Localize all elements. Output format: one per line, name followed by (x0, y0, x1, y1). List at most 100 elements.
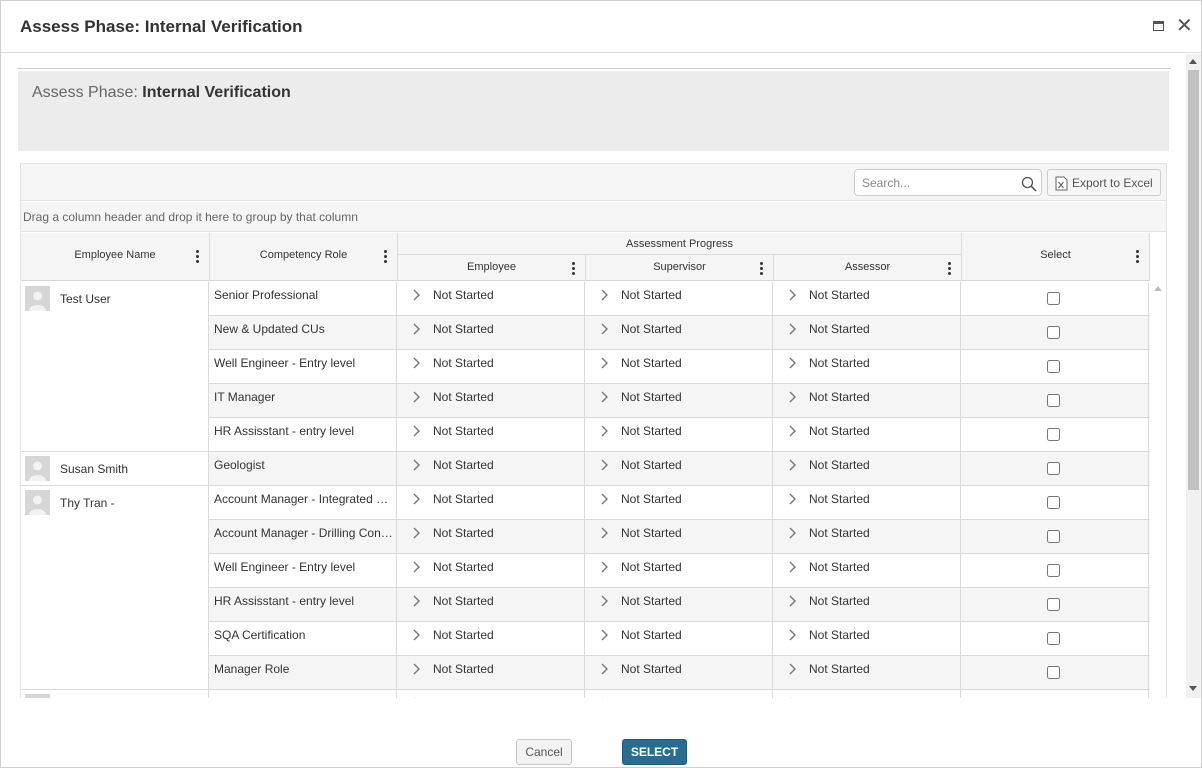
assessor-status-cell[interactable]: Not Started (773, 282, 961, 316)
assessor-status-cell[interactable]: Not Started (773, 486, 961, 520)
supervisor-status-cell[interactable]: Not Started (585, 316, 773, 350)
row-select-checkbox[interactable] (1047, 530, 1060, 543)
chevron-right-icon[interactable] (600, 697, 610, 698)
row-select-checkbox[interactable] (1047, 428, 1060, 441)
chevron-right-icon[interactable] (412, 629, 422, 641)
row-select-checkbox[interactable] (1047, 632, 1060, 645)
table-row[interactable]: Facilities Engineer Not Started Not Starte… (209, 690, 1150, 698)
table-row[interactable]: HR Assisstant - entry level Not Started No… (209, 588, 1150, 622)
row-select-checkbox[interactable] (1047, 394, 1060, 407)
column-menu-icon[interactable] (1136, 250, 1140, 264)
chevron-right-icon[interactable] (788, 425, 798, 437)
chevron-right-icon[interactable] (412, 323, 422, 335)
column-menu-icon[interactable] (196, 250, 200, 264)
table-row[interactable]: IT Manager Not Started Not Started Not Star… (209, 384, 1150, 418)
employee-status-cell[interactable]: Not Started (397, 282, 585, 316)
employee-status-cell[interactable]: Not Started (397, 316, 585, 350)
select-button[interactable]: SELECT (622, 739, 687, 765)
chevron-right-icon[interactable] (788, 493, 798, 505)
employee-status-cell[interactable]: Not Started (397, 690, 585, 698)
column-header-select[interactable]: Select (962, 233, 1150, 281)
chevron-right-icon[interactable] (412, 561, 422, 573)
export-to-excel-button[interactable]: Export to Excel (1047, 169, 1161, 196)
chevron-right-icon[interactable] (600, 425, 610, 437)
chevron-right-icon[interactable] (412, 527, 422, 539)
row-select-checkbox[interactable] (1047, 326, 1060, 339)
chevron-right-icon[interactable] (600, 323, 610, 335)
employee-status-cell[interactable]: Not Started (397, 656, 585, 690)
column-menu-icon[interactable] (948, 262, 952, 276)
chevron-right-icon[interactable] (412, 391, 422, 403)
table-row[interactable]: Geologist Not Started Not Started Not Start… (209, 452, 1150, 486)
supervisor-status-cell[interactable]: Not Started (585, 282, 773, 316)
row-select-checkbox[interactable] (1047, 666, 1060, 679)
assessor-status-cell[interactable]: Not Started (773, 452, 961, 486)
chevron-right-icon[interactable] (788, 289, 798, 301)
assessor-status-cell[interactable]: Not Started (773, 622, 961, 656)
assessor-status-cell[interactable]: Not Started (773, 656, 961, 690)
supervisor-status-cell[interactable]: Not Started (585, 656, 773, 690)
supervisor-status-cell[interactable]: Not Started (585, 554, 773, 588)
employee-status-cell[interactable]: Not Started (397, 452, 585, 486)
employee-status-cell[interactable]: Not Started (397, 554, 585, 588)
supervisor-status-cell[interactable]: Not Started (585, 588, 773, 622)
chevron-right-icon[interactable] (600, 561, 610, 573)
chevron-right-icon[interactable] (600, 289, 610, 301)
chevron-right-icon[interactable] (412, 289, 422, 301)
chevron-right-icon[interactable] (788, 357, 798, 369)
assessor-status-cell[interactable]: Not Started (773, 350, 961, 384)
employee-status-cell[interactable]: Not Started (397, 622, 585, 656)
search-input[interactable] (862, 174, 1012, 192)
employee-status-cell[interactable]: Not Started (397, 520, 585, 554)
row-select-checkbox[interactable] (1047, 564, 1060, 577)
table-row[interactable]: SQA Certification Not Started Not Started N… (209, 622, 1150, 656)
column-header-employee-name[interactable]: Employee Name (21, 233, 210, 281)
chevron-right-icon[interactable] (412, 425, 422, 437)
assessor-status-cell[interactable]: Not Started (773, 520, 961, 554)
assessor-status-cell[interactable]: Not Started (773, 384, 961, 418)
table-row[interactable]: Well Engineer - Entry level Not Started No… (209, 554, 1150, 588)
table-row[interactable]: Manager Role Not Started Not Started Not St… (209, 656, 1150, 690)
employee-status-cell[interactable]: Not Started (397, 588, 585, 622)
cancel-button[interactable]: Cancel (516, 739, 572, 765)
chevron-right-icon[interactable] (788, 595, 798, 607)
scrollbar-thumb[interactable] (1188, 70, 1199, 490)
maximize-icon[interactable] (1153, 21, 1164, 31)
table-row[interactable]: Account Manager - Integrated Projects Not… (209, 486, 1150, 520)
grid-scrollbar[interactable] (1150, 282, 1166, 698)
chevron-right-icon[interactable] (600, 391, 610, 403)
chevron-right-icon[interactable] (600, 357, 610, 369)
chevron-right-icon[interactable] (600, 629, 610, 641)
table-row[interactable]: Well Engineer - Entry level Not Started No… (209, 350, 1150, 384)
chevron-right-icon[interactable] (788, 629, 798, 641)
scroll-down-icon[interactable] (1189, 686, 1197, 691)
chevron-right-icon[interactable] (788, 459, 798, 471)
chevron-right-icon[interactable] (600, 459, 610, 471)
chevron-right-icon[interactable] (412, 595, 422, 607)
row-select-checkbox[interactable] (1047, 598, 1060, 611)
scroll-up-icon[interactable] (1189, 59, 1197, 64)
supervisor-status-cell[interactable]: Not Started (585, 622, 773, 656)
employee-status-cell[interactable]: Not Started (397, 384, 585, 418)
assessor-status-cell[interactable]: Not Started (773, 418, 961, 452)
supervisor-status-cell[interactable]: Not Started (585, 520, 773, 554)
employee-status-cell[interactable]: Not Started (397, 486, 585, 520)
column-header-employee[interactable]: Employee (398, 255, 586, 281)
chevron-right-icon[interactable] (600, 527, 610, 539)
group-by-drop-area[interactable]: Drag a column header and drop it here to… (21, 202, 1166, 232)
column-menu-icon[interactable] (384, 250, 388, 264)
chevron-right-icon[interactable] (412, 357, 422, 369)
supervisor-status-cell[interactable]: Not Started (585, 452, 773, 486)
chevron-right-icon[interactable] (412, 663, 422, 675)
table-row[interactable]: Account Manager - Drilling Contracts Not … (209, 520, 1150, 554)
table-row[interactable]: HR Assisstant - entry level Not Started No… (209, 418, 1150, 452)
assessor-status-cell[interactable]: Not Started (773, 690, 961, 698)
assessor-status-cell[interactable]: Not Started (773, 554, 961, 588)
chevron-right-icon[interactable] (600, 493, 610, 505)
chevron-right-icon[interactable] (788, 663, 798, 675)
supervisor-status-cell[interactable]: Not Started (585, 486, 773, 520)
assessor-status-cell[interactable]: Not Started (773, 316, 961, 350)
column-header-competency-role[interactable]: Competency Role (210, 233, 398, 281)
close-icon[interactable]: ✕ (1176, 15, 1193, 37)
chevron-right-icon[interactable] (600, 595, 610, 607)
